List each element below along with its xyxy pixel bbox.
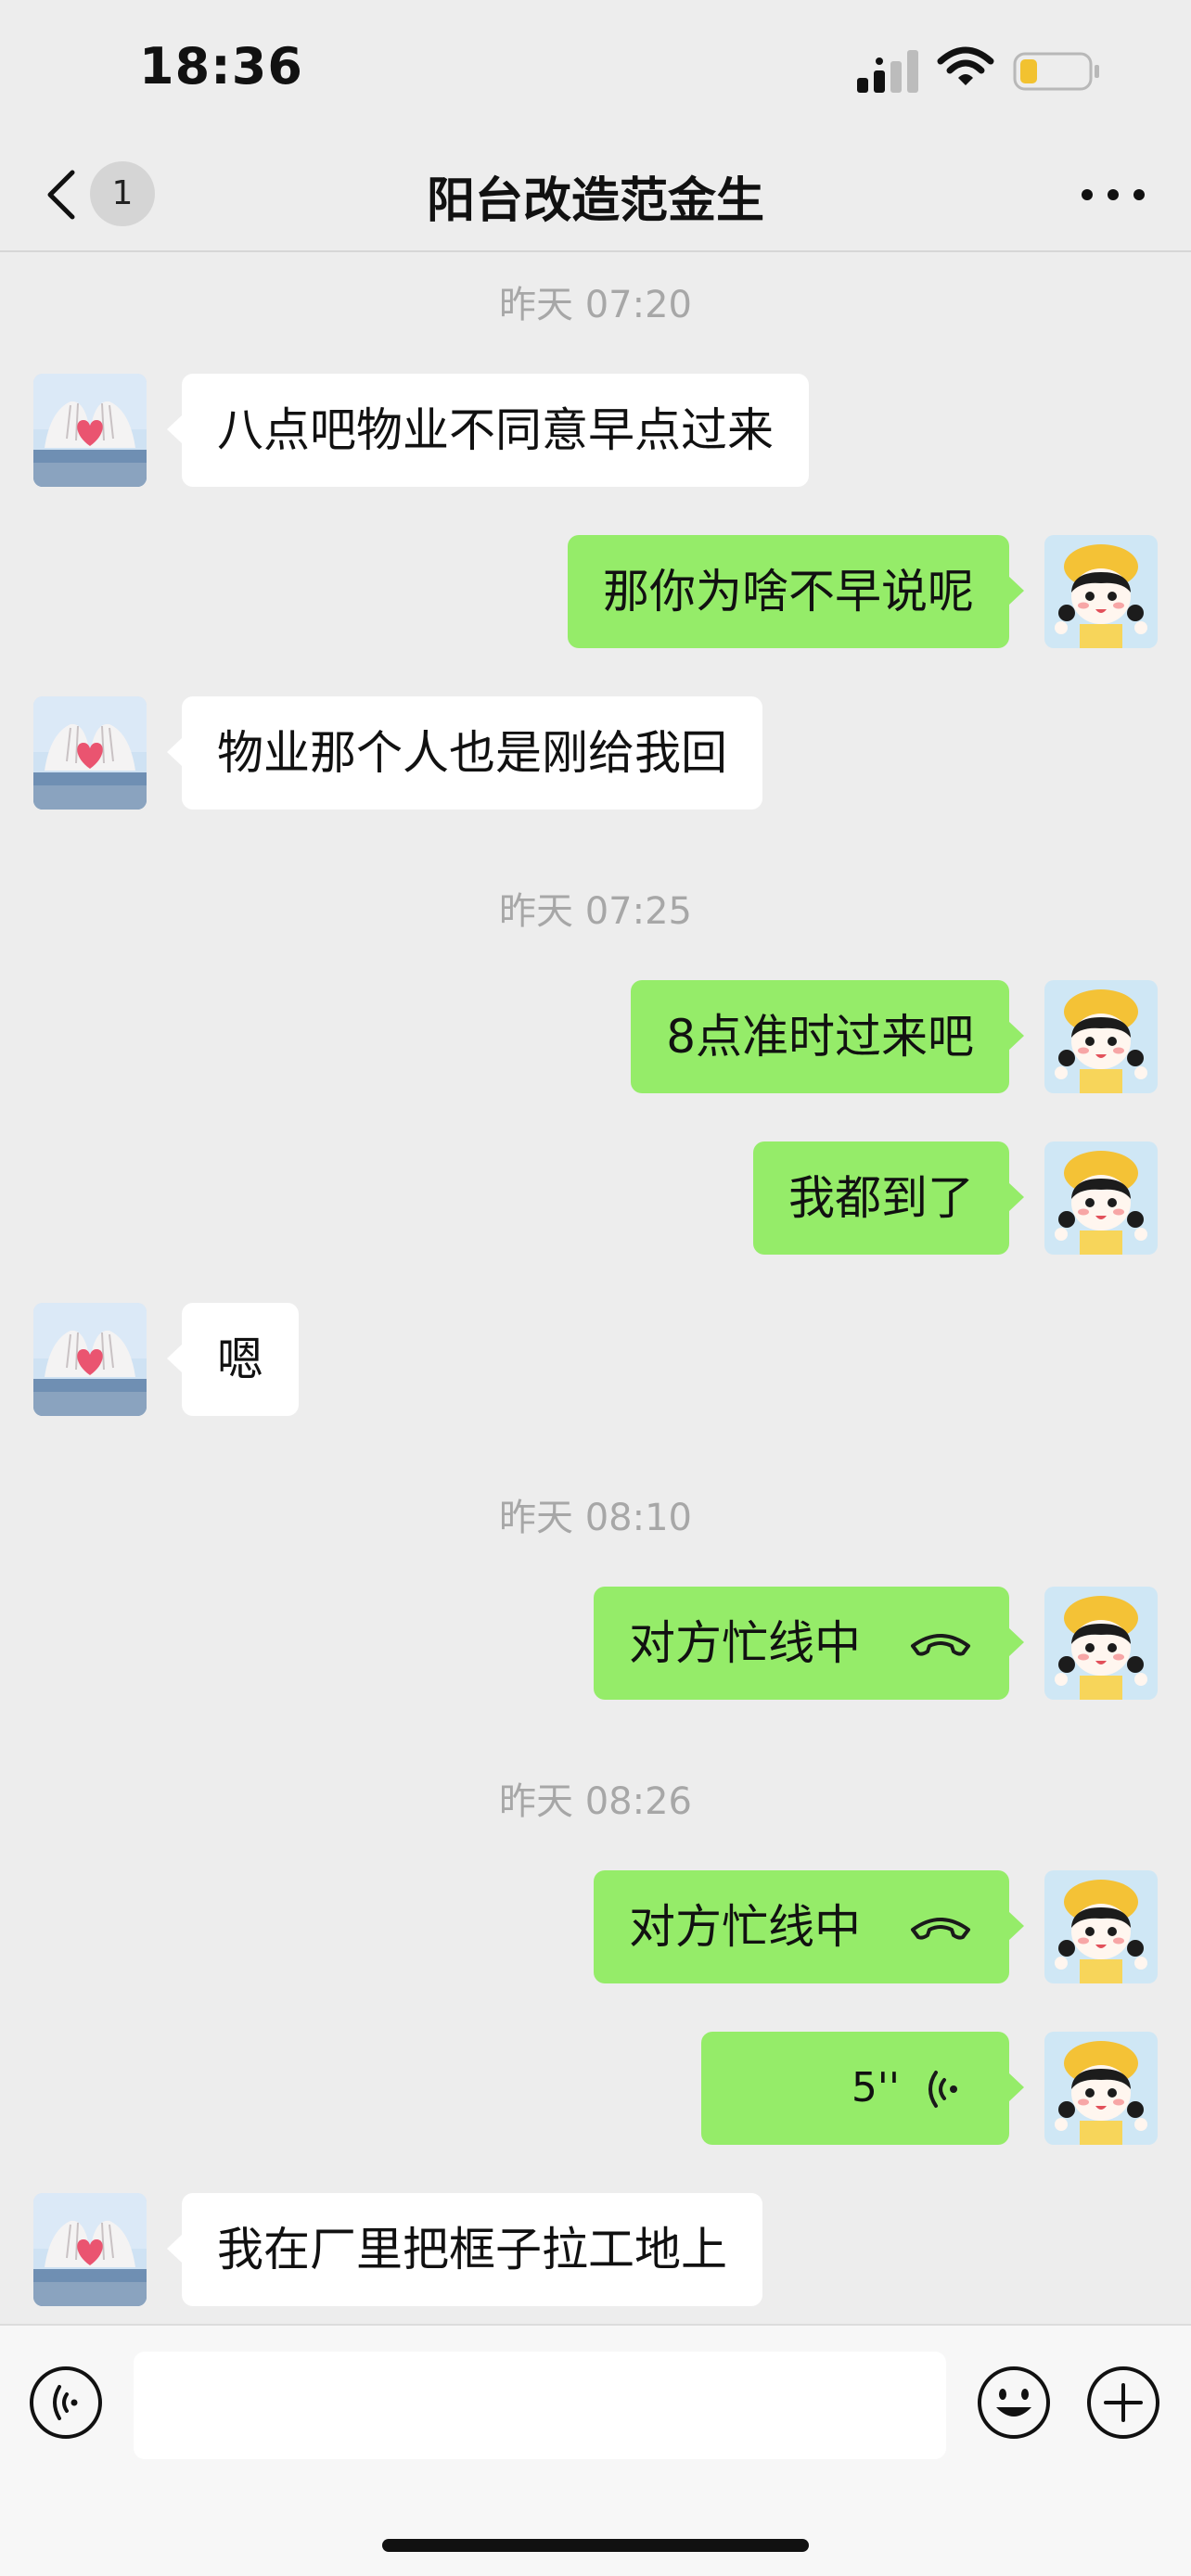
contact-avatar[interactable]	[33, 696, 147, 810]
voice-toggle-icon[interactable]	[28, 2365, 104, 2441]
message-input[interactable]	[134, 2352, 946, 2459]
my-avatar[interactable]	[1044, 2032, 1158, 2145]
contact-avatar[interactable]	[33, 2193, 147, 2306]
my-avatar[interactable]	[1044, 1870, 1158, 1983]
call-record-message[interactable]: 对方忙线中	[594, 1587, 1024, 1700]
status-time: 18:36	[139, 37, 303, 96]
cellular-signal-icon	[857, 50, 918, 93]
plus-icon[interactable]	[1085, 2365, 1161, 2441]
incoming-message[interactable]: 嗯	[167, 1303, 299, 1416]
home-indicator	[382, 2539, 809, 2552]
incoming-message[interactable]: 我在厂里把框子拉工地上	[167, 2193, 762, 2306]
battery-low-icon	[1013, 52, 1099, 91]
contact-avatar[interactable]	[33, 374, 147, 487]
message-timestamp: 昨天 08:26	[499, 1780, 692, 1823]
message-timestamp: 昨天 07:20	[499, 284, 692, 326]
wifi-icon	[937, 46, 994, 85]
phone-hangup-icon	[907, 1624, 974, 1661]
my-avatar[interactable]	[1044, 980, 1158, 1093]
my-avatar[interactable]	[1044, 535, 1158, 648]
outgoing-message[interactable]: 那你为啥不早说呢	[568, 535, 1024, 648]
voice-message[interactable]: 5''	[701, 2032, 1024, 2145]
call-status-text: 对方忙线中	[629, 1900, 861, 1954]
incoming-message[interactable]: 八点吧物业不同意早点过来	[167, 374, 809, 487]
phone-hangup-icon	[907, 1907, 974, 1945]
chat-screen: 18:36 1 阳台改造范金生 昨天 07:20 八点吧物业不同意早点过来 那你…	[0, 0, 1191, 2576]
outgoing-message[interactable]: 我都到了	[753, 1141, 1024, 1255]
chat-title: 阳台改造范金生	[426, 173, 764, 229]
nav-bar: 1 阳台改造范金生	[0, 139, 1191, 252]
contact-avatar[interactable]	[33, 1303, 147, 1416]
message-timestamp: 昨天 07:25	[499, 890, 692, 933]
message-timestamp: 昨天 08:10	[499, 1497, 692, 1539]
my-avatar[interactable]	[1044, 1587, 1158, 1700]
status-bar: 18:36	[0, 0, 1191, 139]
call-record-message[interactable]: 对方忙线中	[594, 1870, 1024, 1983]
voice-wave-icon	[928, 2071, 957, 2108]
message-list[interactable]: 昨天 07:20 八点吧物业不同意早点过来 那你为啥不早说呢 物业那个人也是刚给…	[0, 252, 1191, 2324]
my-avatar[interactable]	[1044, 1141, 1158, 1255]
input-bar	[0, 2324, 1191, 2576]
emoji-icon[interactable]	[976, 2365, 1052, 2441]
incoming-message[interactable]: 物业那个人也是刚给我回	[167, 696, 762, 810]
more-dots-icon[interactable]	[1074, 165, 1152, 224]
voice-duration: 5''	[851, 2064, 900, 2111]
outgoing-message[interactable]: 8点准时过来吧	[631, 980, 1024, 1093]
call-status-text: 对方忙线中	[629, 1616, 861, 1670]
